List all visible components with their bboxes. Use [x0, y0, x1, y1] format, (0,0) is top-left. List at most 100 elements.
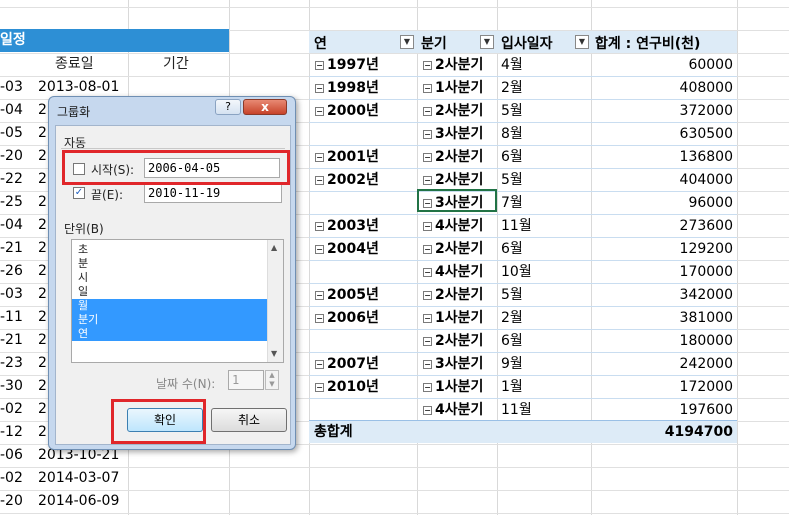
- cancel-button[interactable]: 취소: [211, 408, 287, 432]
- unit-option[interactable]: 연: [72, 327, 283, 341]
- value-cell: 180000: [679, 333, 733, 349]
- collapse-icon[interactable]: −: [423, 291, 432, 300]
- collapse-icon[interactable]: −: [423, 383, 432, 392]
- pivot-row[interactable]: −2006년 −1사분기 2월 381000: [309, 307, 737, 330]
- quarter-cell[interactable]: −1사분기: [423, 376, 483, 399]
- pivot-row[interactable]: −2003년 −4사분기 11월 273600: [309, 215, 737, 238]
- collapse-icon[interactable]: −: [423, 314, 432, 323]
- quarter-label: 4사분기: [435, 264, 484, 280]
- year-cell[interactable]: −2003년: [315, 215, 379, 238]
- pivot-row[interactable]: −4사분기 11월 197600: [309, 399, 737, 422]
- end-date-cell: 2014-06-09: [38, 493, 120, 509]
- collapse-icon[interactable]: −: [315, 153, 324, 162]
- collapse-icon[interactable]: −: [423, 245, 432, 254]
- year-cell[interactable]: −2000년: [315, 100, 379, 123]
- unit-option[interactable]: 분: [72, 257, 283, 271]
- collapse-icon[interactable]: −: [315, 314, 324, 323]
- pivot-row[interactable]: −4사분기 10월 170000: [309, 261, 737, 284]
- quarter-filter-dropdown[interactable]: ▼: [480, 35, 494, 49]
- year-cell[interactable]: −2007년: [315, 353, 379, 376]
- collapse-icon[interactable]: −: [423, 176, 432, 185]
- collapse-icon[interactable]: −: [423, 84, 432, 93]
- quarter-cell[interactable]: −2사분기: [423, 330, 483, 353]
- collapse-icon[interactable]: −: [423, 268, 432, 277]
- unit-option[interactable]: 초: [72, 243, 283, 257]
- year-cell[interactable]: −2001년: [315, 146, 379, 169]
- quarter-cell[interactable]: −3사분기: [423, 123, 483, 146]
- help-button[interactable]: ?: [215, 99, 241, 115]
- quarter-label: 4사분기: [435, 218, 484, 234]
- pivot-row[interactable]: −2005년 −2사분기 5월 342000: [309, 284, 737, 307]
- scroll-down-icon[interactable]: ▼: [271, 349, 277, 358]
- collapse-icon[interactable]: −: [315, 222, 324, 231]
- end-date-cell: 2014-03-07: [38, 470, 120, 486]
- pivot-row[interactable]: −2사분기 6월 180000: [309, 330, 737, 353]
- quarter-cell[interactable]: −3사분기: [423, 353, 483, 376]
- year-cell[interactable]: −2006년: [315, 307, 379, 330]
- days-field[interactable]: 1: [228, 370, 264, 390]
- quarter-cell[interactable]: −2사분기: [423, 146, 483, 169]
- pivot-row[interactable]: −3사분기 7월 96000: [309, 192, 737, 215]
- unit-option[interactable]: 시: [72, 271, 283, 285]
- value-cell: 170000: [679, 264, 733, 280]
- collapse-icon[interactable]: −: [423, 107, 432, 116]
- collapse-icon[interactable]: −: [315, 61, 324, 70]
- quarter-cell[interactable]: −2사분기: [423, 54, 483, 77]
- quarter-cell[interactable]: −4사분기: [423, 215, 483, 238]
- pivot-row[interactable]: −2002년 −2사분기 5월 404000: [309, 169, 737, 192]
- year-cell[interactable]: −2005년: [315, 284, 379, 307]
- collapse-icon[interactable]: −: [423, 130, 432, 139]
- collapse-icon[interactable]: −: [423, 61, 432, 70]
- table-row[interactable]: -20 2014-06-09: [0, 490, 229, 513]
- pivot-row[interactable]: −2010년 −1사분기 1월 172000: [309, 376, 737, 399]
- collapse-icon[interactable]: −: [423, 222, 432, 231]
- quarter-cell[interactable]: −4사분기: [423, 399, 483, 422]
- collapse-icon[interactable]: −: [315, 360, 324, 369]
- listbox-scrollbar[interactable]: ▲ ▼: [267, 240, 283, 362]
- quarter-cell[interactable]: −1사분기: [423, 77, 483, 100]
- pivot-row[interactable]: −2000년 −2사분기 5월 372000: [309, 100, 737, 123]
- start-date-cell: -23: [0, 355, 23, 371]
- year-cell[interactable]: −2002년: [315, 169, 379, 192]
- unit-listbox[interactable]: 초 분 시 일 월 분기 연 ▲ ▼: [71, 239, 284, 363]
- pivot-row[interactable]: −2007년 −3사분기 9월 242000: [309, 353, 737, 376]
- collapse-icon[interactable]: −: [315, 84, 324, 93]
- pivot-row[interactable]: −1998년 −1사분기 2월 408000: [309, 77, 737, 100]
- unit-option[interactable]: 월: [72, 299, 283, 313]
- collapse-icon[interactable]: −: [315, 291, 324, 300]
- collapse-icon[interactable]: −: [315, 245, 324, 254]
- end-date-field[interactable]: 2010-11-19: [144, 183, 282, 203]
- close-button[interactable]: x: [243, 99, 287, 115]
- collapse-icon[interactable]: −: [315, 107, 324, 116]
- dialog-titlebar[interactable]: 그룹화 ? x: [49, 97, 295, 123]
- quarter-label: 2사분기: [435, 287, 484, 303]
- unit-option[interactable]: 분기: [72, 313, 283, 327]
- unit-option[interactable]: 일: [72, 285, 283, 299]
- table-row[interactable]: -02 2014-03-07: [0, 467, 229, 490]
- year-cell[interactable]: −1997년: [315, 54, 379, 77]
- days-spinner[interactable]: ▲ ▼: [265, 370, 279, 390]
- collapse-icon[interactable]: −: [423, 337, 432, 346]
- collapse-icon[interactable]: −: [315, 176, 324, 185]
- year-cell[interactable]: −1998년: [315, 77, 379, 100]
- year-cell[interactable]: −2004년: [315, 238, 379, 261]
- collapse-icon[interactable]: −: [423, 360, 432, 369]
- year-filter-dropdown[interactable]: ▼: [400, 35, 414, 49]
- pivot-row[interactable]: −2004년 −2사분기 6월 129200: [309, 238, 737, 261]
- scroll-up-icon[interactable]: ▲: [271, 243, 277, 252]
- quarter-cell[interactable]: −2사분기: [423, 100, 483, 123]
- hire-date-filter-dropdown[interactable]: ▼: [575, 35, 589, 49]
- pivot-row[interactable]: −3사분기 8월 630500: [309, 123, 737, 146]
- quarter-cell[interactable]: −1사분기: [423, 307, 483, 330]
- year-cell[interactable]: −2010년: [315, 376, 379, 399]
- collapse-icon[interactable]: −: [423, 406, 432, 415]
- collapse-icon[interactable]: −: [315, 383, 324, 392]
- end-checkbox[interactable]: ✓: [73, 187, 85, 199]
- pivot-row[interactable]: −1997년 −2사분기 4월 60000: [309, 54, 737, 77]
- quarter-cell[interactable]: −2사분기: [423, 284, 483, 307]
- selected-cell[interactable]: [417, 189, 497, 212]
- quarter-cell[interactable]: −2사분기: [423, 238, 483, 261]
- collapse-icon[interactable]: −: [423, 153, 432, 162]
- pivot-row[interactable]: −2001년 −2사분기 6월 136800: [309, 146, 737, 169]
- quarter-cell[interactable]: −4사분기: [423, 261, 483, 284]
